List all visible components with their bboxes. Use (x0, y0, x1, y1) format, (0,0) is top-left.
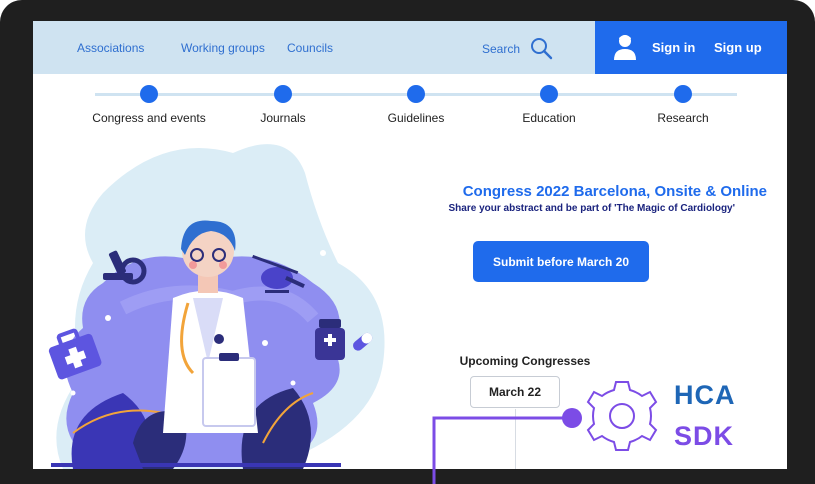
timeline-dot-research[interactable] (674, 85, 692, 103)
timeline-dot-journals[interactable] (274, 85, 292, 103)
timeline-label-journals[interactable]: Journals (260, 111, 305, 125)
sign-in-link[interactable]: Sign in (652, 40, 695, 55)
top-bar: Associations Working groups Councils Sea… (33, 21, 787, 74)
medicine-bottle-icon (315, 319, 345, 360)
nav-link-associations[interactable]: Associations (77, 41, 144, 55)
watermark-sdk: SDK (674, 421, 735, 451)
user-icon (614, 35, 636, 60)
timeline-label-guidelines[interactable]: Guidelines (388, 111, 445, 125)
doctor-illustration (48, 144, 385, 469)
submit-abstract-button[interactable]: Submit before March 20 (473, 241, 649, 282)
nav-link-working-groups[interactable]: Working groups (181, 41, 265, 55)
timeline-label-education[interactable]: Education (522, 111, 575, 125)
search-icon[interactable] (529, 36, 553, 60)
timeline-label-research[interactable]: Research (657, 111, 708, 125)
hero-title: Congress 2022 Barcelona, Onsite & Online (462, 183, 767, 200)
search-label[interactable]: Search (482, 42, 520, 56)
device-frame: Associations Working groups Councils Sea… (0, 0, 815, 484)
upcoming-congresses-title: Upcoming Congresses (459, 354, 591, 368)
timeline-dot-guidelines[interactable] (407, 85, 425, 103)
hero-subtitle: Share your abstract and be part of 'The … (448, 203, 735, 214)
timeline-label-congress[interactable]: Congress and events (92, 111, 205, 125)
sign-up-link[interactable]: Sign up (714, 40, 762, 55)
watermark-hca: HCA (674, 380, 736, 410)
timeline-dot-congress[interactable] (140, 85, 158, 103)
timeline-dot-education[interactable] (540, 85, 558, 103)
date-timeline-line (515, 409, 516, 469)
auth-panel: Sign in Sign up (595, 21, 787, 74)
congress-date-chip[interactable]: March 22 (470, 376, 560, 408)
nav-link-councils[interactable]: Councils (287, 41, 333, 55)
